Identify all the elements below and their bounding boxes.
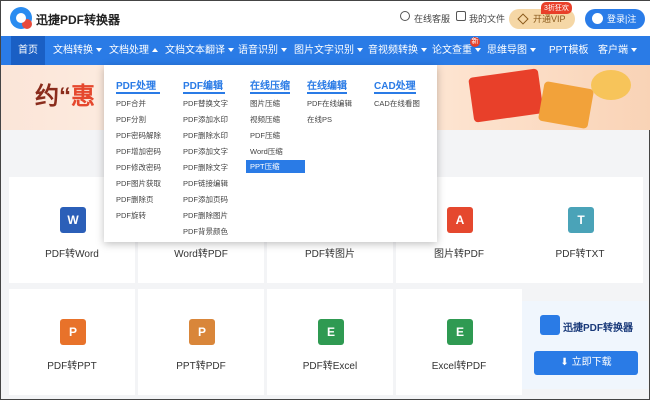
menu-item[interactable]: PDF链接编辑 bbox=[183, 177, 228, 190]
column-title: PDF编辑 bbox=[183, 81, 223, 92]
excel-icon: E bbox=[318, 319, 344, 345]
column-title: 在线编辑 bbox=[307, 81, 347, 92]
card-label: 图片转PDF bbox=[434, 249, 484, 260]
menu-item[interactable]: PDF压缩 bbox=[250, 129, 280, 142]
menu-item[interactable]: Word压缩 bbox=[250, 145, 283, 158]
chevron-down-icon bbox=[475, 48, 481, 53]
column-title: CAD处理 bbox=[374, 81, 416, 92]
excel-icon: E bbox=[447, 319, 473, 345]
nav-ocr[interactable]: 图片文字识别 bbox=[294, 36, 363, 65]
chevron-down-icon bbox=[530, 48, 536, 53]
menu-item[interactable]: PDF旋转 bbox=[116, 209, 146, 222]
nav-speech[interactable]: 语音识别 bbox=[238, 36, 287, 65]
card-label: PDF转PPT bbox=[47, 361, 97, 372]
card-ppt-to-pdf[interactable]: P PPT转PDF bbox=[138, 289, 264, 395]
column-underline bbox=[116, 92, 160, 94]
ppt-icon: P bbox=[189, 319, 215, 345]
word-icon: W bbox=[60, 207, 86, 233]
download-icon: ⬇ bbox=[560, 357, 572, 368]
app-logo-icon bbox=[540, 315, 560, 335]
menu-item[interactable]: PDF删除图片 bbox=[183, 209, 228, 222]
banner-decoration bbox=[591, 70, 631, 100]
download-button[interactable]: ⬇ 立即下载 bbox=[534, 351, 638, 375]
menu-item[interactable]: PDF在线编辑 bbox=[307, 97, 352, 110]
vip-discount-badge: 3折狂欢 bbox=[541, 2, 572, 14]
promo-app-name: 迅捷PDF转换器 bbox=[563, 323, 633, 334]
chevron-down-icon bbox=[228, 48, 234, 53]
column-title: PDF处理 bbox=[116, 81, 156, 92]
menu-item[interactable]: PDF合并 bbox=[116, 97, 146, 110]
nav-doc-convert[interactable]: 文档转换 bbox=[53, 36, 102, 65]
ppt-icon: P bbox=[60, 319, 86, 345]
menu-item[interactable]: CAD在线看图 bbox=[374, 97, 420, 110]
chevron-down-icon bbox=[281, 48, 287, 53]
top-header: 迅捷PDF转换器 在线客服 我的文件 开通VIP 3折狂欢 登录|注册 bbox=[1, 1, 650, 44]
customer-service-link[interactable]: 在线客服 bbox=[414, 12, 450, 25]
column-underline bbox=[183, 92, 225, 94]
card-label: PDF转图片 bbox=[305, 249, 355, 260]
nav-mindmap[interactable]: 思维导图 bbox=[487, 36, 536, 65]
banner-headline: 约“惠 bbox=[35, 83, 95, 110]
card-label: PDF转Word bbox=[45, 249, 99, 260]
menu-item[interactable]: PDF添加文字 bbox=[183, 145, 228, 158]
doc-process-dropdown: PDF处理 PDF合并 PDF分割 PDF密码解除 PDF增加密码 PDF修改密… bbox=[104, 65, 437, 242]
menu-item[interactable]: PDF图片获取 bbox=[116, 177, 161, 190]
menu-item[interactable]: 视频压缩 bbox=[250, 113, 280, 126]
menu-item[interactable]: PDF密码解除 bbox=[116, 129, 161, 142]
banner-decoration bbox=[468, 68, 544, 123]
menu-item[interactable]: PDF背景颜色 bbox=[183, 225, 228, 238]
chevron-down-icon bbox=[96, 48, 102, 53]
my-files-link[interactable]: 我的文件 bbox=[469, 12, 505, 25]
nav-client[interactable]: 客户端 bbox=[598, 36, 637, 65]
image-icon: A bbox=[447, 207, 473, 233]
menu-item[interactable]: PDF增加密码 bbox=[116, 145, 161, 158]
vip-label: 开通VIP bbox=[533, 14, 566, 24]
column-underline bbox=[374, 92, 416, 94]
chevron-down-icon bbox=[421, 48, 427, 53]
banner-decoration bbox=[537, 80, 595, 130]
txt-icon: T bbox=[568, 207, 594, 233]
menu-item-highlighted[interactable]: PPT压缩 bbox=[246, 160, 305, 173]
column-title: 在线压缩 bbox=[250, 81, 290, 92]
menu-item[interactable]: PDF添加页码 bbox=[183, 193, 228, 206]
card-label: PDF转Excel bbox=[302, 361, 358, 372]
new-badge: 新 bbox=[470, 37, 480, 47]
login-button[interactable]: 登录|注册 bbox=[585, 9, 645, 44]
menu-item[interactable]: PDF修改密码 bbox=[116, 161, 161, 174]
card-label: Excel转PDF bbox=[431, 361, 487, 372]
nav-home[interactable]: 首页 bbox=[11, 36, 45, 65]
diamond-icon bbox=[517, 13, 529, 25]
menu-item[interactable]: PDF分割 bbox=[116, 113, 146, 126]
card-label: PDF转TXT bbox=[555, 249, 605, 260]
nav-ppt-template[interactable]: PPT模板 bbox=[549, 36, 588, 65]
card-label: PPT转PDF bbox=[176, 361, 226, 372]
nav-doc-process[interactable]: 文档处理 bbox=[109, 36, 158, 65]
card-excel-to-pdf[interactable]: E Excel转PDF bbox=[396, 289, 522, 395]
user-icon bbox=[592, 13, 603, 24]
chevron-down-icon bbox=[631, 48, 637, 53]
menu-item[interactable]: PDF添加水印 bbox=[183, 113, 228, 126]
app-logo-icon[interactable] bbox=[10, 7, 32, 29]
card-pdf-to-txt[interactable]: T PDF转TXT bbox=[517, 177, 643, 283]
menu-item[interactable]: PDF删除页 bbox=[116, 193, 154, 206]
card-pdf-to-ppt[interactable]: P PDF转PPT bbox=[9, 289, 135, 395]
column-underline bbox=[307, 92, 347, 94]
menu-item[interactable]: PDF删除水印 bbox=[183, 129, 228, 142]
card-label: Word转PDF bbox=[174, 249, 228, 260]
main-nav: 首页 文档转换 文档处理 文档文本翻译 语音识别 图片文字识别 音视频转换 论文… bbox=[1, 36, 650, 65]
download-promo: 迅捷PDF转换器 ⬇ 立即下载 bbox=[522, 301, 648, 389]
nav-translate[interactable]: 文档文本翻译 bbox=[165, 36, 234, 65]
chevron-down-icon bbox=[357, 48, 363, 53]
menu-item[interactable]: 在线PS bbox=[307, 113, 332, 126]
card-pdf-to-excel[interactable]: E PDF转Excel bbox=[267, 289, 393, 395]
headset-icon[interactable] bbox=[400, 11, 410, 21]
file-icon[interactable] bbox=[456, 11, 466, 21]
nav-av-convert[interactable]: 音视频转换 bbox=[368, 36, 427, 65]
chevron-up-icon bbox=[152, 48, 158, 53]
app-name[interactable]: 迅捷PDF转换器 bbox=[36, 11, 120, 28]
menu-item[interactable]: PDF替换文字 bbox=[183, 97, 228, 110]
column-underline bbox=[250, 92, 290, 94]
menu-item[interactable]: PDF删除文字 bbox=[183, 161, 228, 174]
menu-item[interactable]: 图片压缩 bbox=[250, 97, 280, 110]
